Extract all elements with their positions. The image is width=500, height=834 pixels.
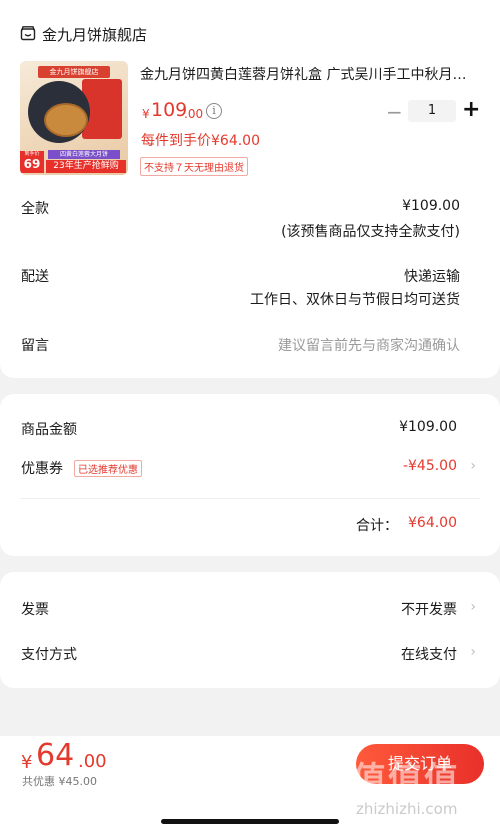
shipping-method: 快递运输 [404,269,460,285]
chevron-right-icon[interactable]: › [470,458,476,474]
per-item-final-price: 每件到手价¥64.00 [141,133,260,149]
full-payment-note: (该预售商品仅支持全款支付) [281,224,460,240]
coupon-value[interactable]: -¥45.00 [403,458,457,474]
price-summary-card: 商品金额 ¥109.00 优惠券 已选推荐优惠 -¥45.00 › 合计： ¥6… [0,394,500,556]
full-payment-label: 全款 [21,201,49,217]
price-integer: 109 [151,99,188,121]
chevron-right-icon[interactable]: › [470,599,476,615]
total-value: ¥64.00 [408,515,457,531]
shipping-label: 配送 [21,269,49,285]
total-discount: 共优惠 ¥45.00 [22,775,97,788]
invoice-card: 发票 不开发票 › 支付方式 在线支付 › [0,572,500,688]
quantity-input[interactable]: 1 [408,100,456,122]
store-name[interactable]: 金九月饼旗舰店 [42,24,147,45]
divider [20,498,480,499]
coupon-badge: 已选推荐优惠 [74,460,142,477]
store-icon [20,26,36,41]
home-indicator[interactable] [161,819,339,824]
product-thumbnail[interactable]: 金九月饼旗舰店 到手价 69 四黄白莲蓉大月饼 23年生产抢鲜购 [20,61,128,175]
bottom-price-symbol: ¥ [21,752,33,773]
shipping-note: 工作日、双休日与节假日均可送货 [250,292,460,308]
product-title[interactable]: 金九月饼四黄白莲蓉月饼礼盒 广式吴川手工中秋月饼礼盒装 [140,64,470,84]
goods-amount-value: ¥109.00 [399,419,457,435]
price-cents: .00 [184,107,204,121]
bottom-price-cents: .00 [78,751,107,772]
watermark-logo: 值值值 [352,760,460,800]
total-label: 合计： [356,518,398,534]
no-return-badge: 不支持７天无理由退货 [140,157,248,176]
thumb-ribbon-line2: 23年生产抢鲜购 [46,160,126,173]
bottom-price-integer: 64 [36,738,75,773]
watermark-url: zhizhizhi.com [356,800,458,818]
message-input[interactable]: 建议留言前先与商家沟通确认 [278,335,460,355]
thumb-price-badge: 到手价 69 [20,151,44,173]
message-label: 留言 [21,338,49,354]
info-icon[interactable]: i [206,103,222,119]
thumb-ribbon-line1: 四黄白莲蓉大月饼 [48,150,120,159]
quantity-plus-button[interactable]: + [462,97,480,122]
thumb-store-tag: 金九月饼旗舰店 [38,66,110,78]
mooncake-icon [44,103,88,137]
price-symbol: ¥ [142,107,150,121]
coupon-label: 优惠券 [21,461,63,477]
order-card: 金九月饼旗舰店 金九月饼旗舰店 到手价 69 四黄白莲蓉大月饼 23年生产抢鲜购… [0,0,500,378]
invoice-label: 发票 [21,602,49,618]
payment-method-value[interactable]: 在线支付 [401,644,457,664]
chevron-right-icon[interactable]: › [470,644,476,660]
quantity-minus-button[interactable]: − [386,100,403,124]
goods-amount-label: 商品金额 [21,422,77,438]
invoice-value[interactable]: 不开发票 [401,599,457,619]
full-payment-value: ¥109.00 [402,198,460,214]
payment-method-label: 支付方式 [21,647,77,663]
